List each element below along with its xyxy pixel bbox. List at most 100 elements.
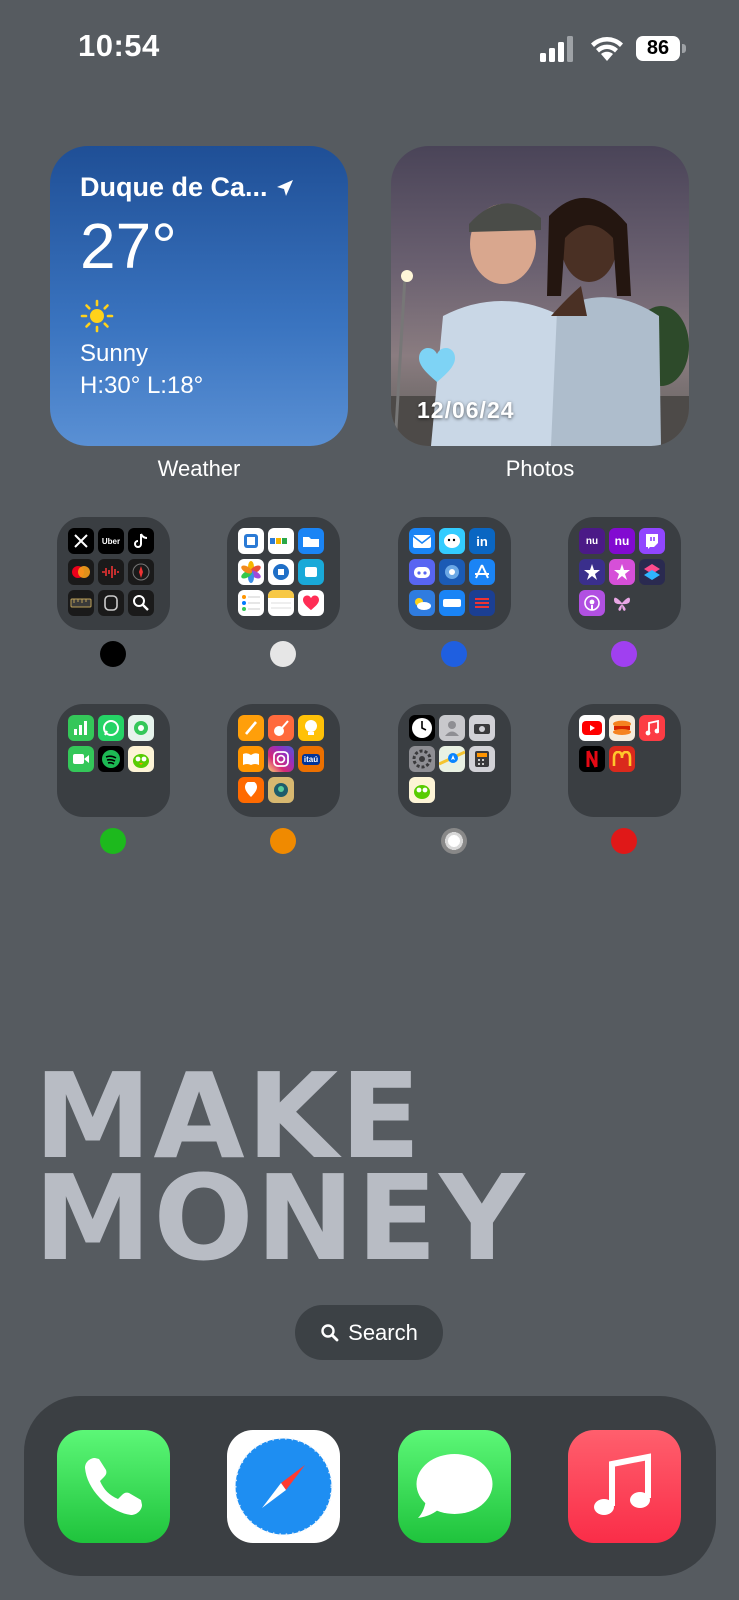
burger-king-app-icon bbox=[609, 715, 635, 741]
spotify-app-icon bbox=[98, 746, 124, 772]
discord-app-icon bbox=[409, 559, 435, 585]
netflix-app-icon bbox=[579, 746, 605, 772]
phone-icon bbox=[85, 1458, 142, 1515]
notes-app-icon bbox=[268, 590, 294, 616]
youtube-app-icon bbox=[579, 715, 605, 741]
shortcuts-app-icon bbox=[639, 559, 665, 585]
duolingo-app-icon bbox=[128, 746, 154, 772]
mastercard-app-icon bbox=[68, 559, 94, 585]
weather-city: Duque de Ca... bbox=[80, 172, 268, 202]
uber-app-icon: Uber bbox=[98, 528, 124, 554]
location-arrow-icon bbox=[276, 179, 293, 196]
pages-app-icon bbox=[238, 715, 264, 741]
voice-memos-app-icon bbox=[98, 559, 124, 585]
music-note-icon bbox=[594, 1453, 651, 1515]
facetime-app-icon bbox=[68, 746, 94, 772]
settings-app-icon bbox=[409, 746, 435, 772]
bank-app-icon bbox=[439, 590, 465, 616]
gov-br-app-icon bbox=[439, 559, 465, 585]
files-app-icon bbox=[298, 528, 324, 554]
wallet-app-icon bbox=[298, 559, 324, 585]
linkedin-app-icon: in bbox=[469, 528, 495, 554]
sun-icon bbox=[80, 299, 114, 333]
imovie-app-icon bbox=[579, 559, 605, 585]
find-my-app-icon bbox=[128, 715, 154, 741]
gov-app-icon bbox=[268, 528, 294, 554]
bradesco-app-icon bbox=[469, 590, 495, 616]
folder-orange[interactable]: itaú bbox=[227, 704, 340, 817]
watch-app-icon bbox=[98, 590, 124, 616]
tiktok-app-icon bbox=[128, 528, 154, 554]
folder-green[interactable] bbox=[57, 704, 170, 817]
weather-condition: Sunny bbox=[80, 340, 149, 367]
butterfly-app-icon bbox=[609, 590, 635, 616]
battery-level: 86 bbox=[646, 37, 670, 59]
weather-widget-label: Weather bbox=[157, 456, 241, 481]
magnifier-app-icon bbox=[128, 590, 154, 616]
weather-temperature: 27° bbox=[80, 210, 177, 282]
weather-app-icon bbox=[409, 590, 435, 616]
photos-widget[interactable]: 12/06/24 bbox=[391, 146, 689, 446]
app-store-icon bbox=[469, 559, 495, 585]
contacts-app-icon bbox=[439, 715, 465, 741]
nubank-app-icon: nu bbox=[609, 528, 635, 554]
whatsapp-app-icon bbox=[98, 715, 124, 741]
itau-app-icon: itaú bbox=[298, 746, 324, 772]
music-mini-app-icon bbox=[639, 715, 665, 741]
duolingo-alt-app-icon bbox=[409, 777, 435, 803]
music-app-icon[interactable] bbox=[568, 1430, 681, 1543]
messages-app-icon[interactable] bbox=[398, 1430, 511, 1543]
spotlight-search-button[interactable]: Search bbox=[295, 1305, 443, 1360]
garageband-app-icon bbox=[268, 715, 294, 741]
photo-date: 12/06/24 bbox=[417, 397, 515, 423]
reminders-app-icon bbox=[238, 590, 264, 616]
itunes-store-app-icon bbox=[609, 559, 635, 585]
battery-icon: 86 bbox=[636, 36, 688, 61]
phone-app-icon[interactable] bbox=[57, 1430, 170, 1543]
safari-app-icon[interactable] bbox=[227, 1430, 340, 1543]
make-money-banner: MAKE MONEY bbox=[34, 1057, 527, 1287]
weather-high-low: H:30° L:18° bbox=[80, 372, 204, 399]
chat-bubble-icon bbox=[416, 1454, 493, 1518]
tips-app-icon bbox=[298, 715, 324, 741]
numbers-app-icon bbox=[68, 715, 94, 741]
books-app-icon bbox=[238, 746, 264, 772]
cellular-signal-icon bbox=[540, 36, 573, 62]
photos-widget-label: Photos bbox=[505, 456, 575, 481]
folder-red[interactable] bbox=[568, 704, 681, 817]
instagram-app-icon bbox=[268, 746, 294, 772]
folder-blue[interactable]: in bbox=[398, 517, 511, 630]
clock-app-icon bbox=[409, 715, 435, 741]
rappi-app-icon bbox=[238, 777, 264, 803]
weather-location: Duque de Ca... bbox=[80, 172, 318, 203]
folder-color-dot-green bbox=[100, 828, 126, 854]
weather-widget[interactable]: Duque de Ca... 27° Sunny H:30° L:18° bbox=[50, 146, 348, 446]
folder-purple[interactable]: nu nu bbox=[568, 517, 681, 630]
search-label: Search bbox=[348, 1319, 418, 1345]
banner-line-2: MONEY bbox=[34, 1149, 527, 1287]
folder-color-dot-black bbox=[100, 641, 126, 667]
photos-app-icon bbox=[238, 559, 264, 585]
measure-app-icon bbox=[68, 590, 94, 616]
status-time: 10:54 bbox=[78, 28, 160, 63]
camera-app-icon bbox=[469, 715, 495, 741]
mcdonalds-app-icon bbox=[609, 746, 635, 772]
twitch-app-icon bbox=[639, 528, 665, 554]
health-app-icon bbox=[298, 590, 324, 616]
folder-gray[interactable] bbox=[398, 704, 511, 817]
calculator-app-icon bbox=[469, 746, 495, 772]
heart-icon bbox=[419, 348, 455, 382]
folder-white[interactable] bbox=[227, 517, 340, 630]
folder-color-dot-purple bbox=[611, 641, 637, 667]
maps-app-icon bbox=[439, 746, 465, 772]
compass-icon bbox=[234, 1437, 333, 1536]
x-app-icon bbox=[68, 528, 94, 554]
folder-color-dot-orange bbox=[270, 828, 296, 854]
folder-color-dot-white bbox=[270, 641, 296, 667]
podcasts-app-icon bbox=[579, 590, 605, 616]
folder-black[interactable]: Uber bbox=[57, 517, 170, 630]
mail-app-icon bbox=[409, 528, 435, 554]
caixa-app-icon bbox=[268, 559, 294, 585]
search-icon bbox=[321, 1323, 339, 1341]
folder-color-dot-red bbox=[611, 828, 637, 854]
